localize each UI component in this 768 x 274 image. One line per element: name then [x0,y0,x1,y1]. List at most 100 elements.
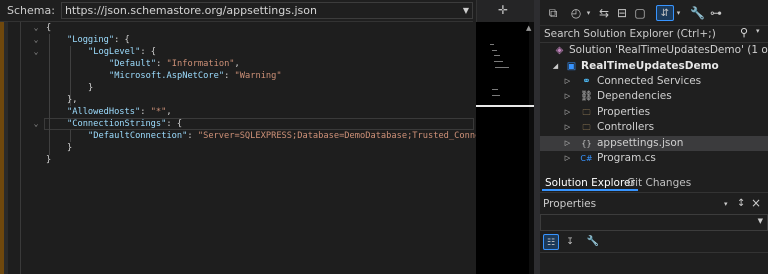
code-text: "ConnectionStrings": { [67,118,182,130]
minimap-mark [492,50,497,51]
search-input[interactable]: Search Solution Explorer (Ctrl+;) [544,28,716,40]
collapsed-triangle-icon[interactable]: ▷ [563,136,572,151]
json-key: "LogLevel" [88,47,141,57]
code-line[interactable]: "DefaultConnection": "Server=SQLEXPRESS;… [0,130,476,142]
tree-item-dependencies[interactable]: ▷ ⛓ Dependencies [540,89,768,104]
fold-chevron-icon[interactable]: ⌄ [31,34,41,46]
json-punctuation: { [46,23,52,33]
code-line[interactable]: ⌄ "Logging": { [0,34,476,46]
close-icon[interactable]: × [751,196,761,210]
history-icon[interactable]: ◴ [567,5,585,21]
json-file-icon: {} [581,138,592,148]
preview-selected-icon[interactable]: ⊶ [708,5,724,21]
minimap-mark [494,61,503,62]
search-icon[interactable]: ⚲ [740,26,748,39]
code-line[interactable]: } [0,154,476,166]
schema-url: https://json.schemastore.org/appsettings… [64,4,317,17]
sync-icon[interactable]: ⇆ [597,5,611,21]
json-punctuation: , [234,59,240,69]
tree-item-solution[interactable]: ◈ Solution 'RealTimeUpdatesDemo' (1 of 1… [540,43,768,58]
switch-views-icon[interactable]: ⧉ [545,5,561,21]
pin-icon[interactable]: ↕ [737,198,745,209]
solution-explorer-tabs: Solution Explorer Git Changes [540,172,768,193]
tree-item-controllers[interactable]: ▷ 🗀 Controllers [540,120,768,135]
code-line[interactable]: } [0,142,476,154]
json-punctuation: : { [166,119,183,129]
properties-folder-icon: 🗀 [582,107,591,117]
json-string: "Information" [166,59,235,69]
solution-explorer-toolbar: ⧉ ◴ ▾ ⇆ ⊟ ▢ ⇵ ▾ 🔧 ⊶ [540,0,768,26]
property-pages-wrench-icon[interactable]: 🔧 [586,234,600,250]
collapse-all-icon[interactable]: ⊟ [615,5,629,21]
tree-item-label: Program.cs [597,152,656,163]
collapsed-triangle-icon[interactable]: ▷ [563,151,572,163]
solution-tree: ◈ Solution 'RealTimeUpdatesDemo' (1 of 1… [540,43,768,163]
chevron-down-icon[interactable]: ▾ [585,5,592,21]
csharp-project-icon: ▣ [566,61,577,72]
code-line[interactable]: ⌄ "ConnectionStrings": { [0,118,476,130]
code-line[interactable]: "AllowedHosts": "*", [0,106,476,118]
json-string: "*" [150,107,167,117]
tree-item-label: Connected Services [597,75,702,87]
expanded-triangle-icon[interactable]: ◢ [551,59,560,74]
code-text: "Default": "Information", [109,58,240,70]
code-line[interactable]: } [0,82,476,94]
json-punctuation: } [46,155,52,165]
csharp-file-icon: C# [580,154,593,163]
schema-select[interactable]: https://json.schemastore.org/appsettings… [60,2,473,19]
minimap[interactable] [476,22,534,274]
json-key: "ConnectionStrings" [67,119,167,129]
code-line[interactable]: ⌄ "LogLevel": { [0,46,476,58]
code-line[interactable]: }, [0,94,476,106]
properties-wrench-icon[interactable]: 🔧 [690,5,705,21]
tree-item-properties[interactable]: ▷ 🗀 Properties [540,105,768,120]
json-punctuation: : { [140,47,157,57]
solution-label: Solution 'RealTimeUpdatesDemo' (1 of 1 p [569,44,768,56]
collapsed-triangle-icon[interactable]: ▷ [563,105,572,120]
json-punctuation: }, [67,95,78,105]
properties-object-select[interactable]: ▼ [540,214,768,231]
code-line[interactable]: "Microsoft.AspNetCore": "Warning" [0,70,476,82]
collapsed-triangle-icon[interactable]: ▷ [563,120,572,135]
json-punctuation: } [88,83,94,93]
minimap-caret-line [476,105,534,107]
tree-item-appsettings-json[interactable]: ▷ {} appsettings.json [540,135,768,151]
json-punctuation: : [140,107,151,117]
code-editor[interactable]: ⌄{⌄ "Logging": {⌄ "LogLevel": {"Default": … [0,22,476,274]
json-punctuation: : [187,131,198,141]
json-key: "DefaultConnection" [88,131,188,141]
json-punctuation: : [224,71,235,81]
alphabetical-sort-icon[interactable]: ↧ [563,234,577,250]
track-active-item-icon[interactable]: ⇵ [656,5,674,21]
code-text: "AllowedHosts": "*", [67,106,172,118]
solution-search[interactable]: Search Solution Explorer (Ctrl+;) ⚲ ▾ [540,26,768,43]
tree-item-connected-services[interactable]: ▷ ⚭ Connected Services [540,74,768,89]
minimap-mark [492,89,498,90]
tree-item-label: Dependencies [597,90,672,103]
json-punctuation: : { [114,35,130,45]
split-editor-icon[interactable]: ✛ [498,3,508,17]
code-line[interactable]: ⌄{ [0,22,476,34]
tree-item-project[interactable]: ◢ ▣ RealTimeUpdatesDemo [540,59,768,74]
code-line[interactable]: "Default": "Information", [0,58,476,70]
tree-item-label: Controllers [597,121,655,134]
folder-icon: 🗀 [582,123,591,133]
code-text: "DefaultConnection": "Server=SQLEXPRESS;… [88,130,476,142]
chevron-down-icon[interactable]: ▾ [675,5,682,21]
fold-chevron-icon[interactable]: ⌄ [31,118,41,130]
collapsed-triangle-icon[interactable]: ▷ [563,89,572,104]
fold-chevron-icon[interactable]: ⌄ [31,22,41,34]
scroll-up-icon[interactable]: ▲ [526,24,531,32]
tree-item-program-cs[interactable]: ▷ C# Program.cs [540,151,768,163]
categorized-icon[interactable]: ☷ [543,234,559,250]
fold-chevron-icon[interactable]: ⌄ [31,46,41,58]
minimap-mark [494,55,500,56]
solution-icon: ◈ [555,45,564,56]
code-text: }, [67,94,77,106]
collapsed-triangle-icon[interactable]: ▷ [563,74,572,89]
chevron-down-icon[interactable]: ▾ [724,200,728,208]
json-key: "AllowedHosts" [67,107,141,117]
show-all-files-icon[interactable]: ▢ [633,5,647,21]
chevron-down-icon[interactable]: ▾ [756,27,760,35]
tab-git-changes[interactable]: Git Changes [624,175,694,191]
